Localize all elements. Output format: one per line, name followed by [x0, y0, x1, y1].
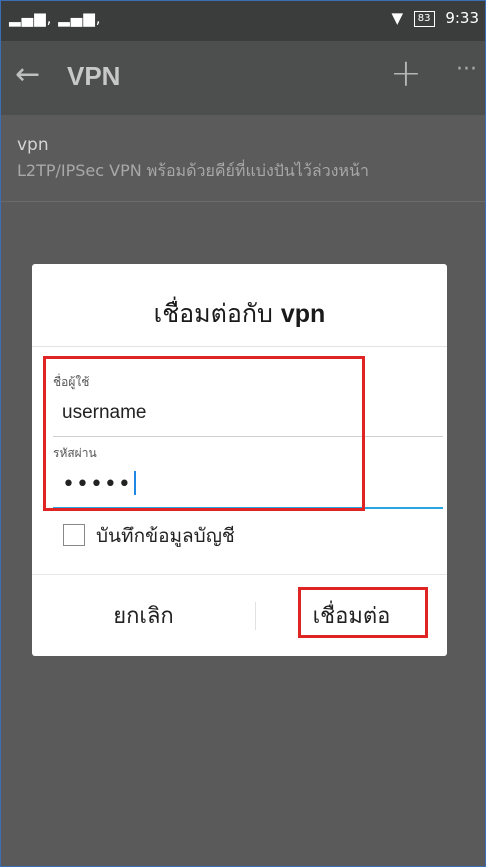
dialog-title-prefix: เชื่อมต่อกับ [153, 299, 273, 328]
wifi-icon: ▼ [391, 9, 404, 27]
credentials-highlight-box [43, 356, 365, 511]
status-bar: ▂▄▆, ▂▄▆, ▼ 83 9:33 [1, 1, 485, 41]
page-title: VPN [67, 61, 121, 91]
dialog-title-vpn-name: vpn [280, 300, 326, 328]
back-arrow-icon[interactable]: ← [15, 57, 40, 92]
status-right: ▼ 83 9:33 [385, 9, 479, 29]
save-account-label[interactable]: บันทึกข้อมูลบัญชี [96, 521, 235, 551]
app-bar: ← VPN + ··· [1, 41, 485, 115]
vpn-name: vpn [17, 135, 49, 155]
add-icon[interactable]: + [390, 51, 422, 95]
vpn-list-item[interactable]: vpn L2TP/IPSec VPN พร้อมด้วยคีย์ที่แบ่งป… [1, 115, 485, 202]
dialog-title: เชื่อมต่อกับ vpn [32, 294, 447, 334]
divider [32, 346, 447, 347]
signal-icon: ▂▄▆, ▂▄▆, [9, 9, 102, 27]
clock: 9:33 [445, 9, 479, 27]
battery-icon: 83 [413, 11, 435, 27]
connect-dialog: เชื่อมต่อกับ vpn ชื่อผู้ใช้ username รหั… [32, 264, 447, 656]
vpn-description: L2TP/IPSec VPN พร้อมด้วยคีย์ที่แบ่งปันไว… [17, 161, 369, 180]
connect-highlight-box [298, 587, 428, 638]
more-options-icon[interactable]: ··· [456, 57, 477, 82]
phone-screen: ▂▄▆, ▂▄▆, ▼ 83 9:33 ← VPN + ··· vpn L2TP… [0, 0, 486, 867]
cancel-button[interactable]: ยกเลิก [32, 575, 255, 656]
save-account-checkbox[interactable] [63, 524, 85, 546]
